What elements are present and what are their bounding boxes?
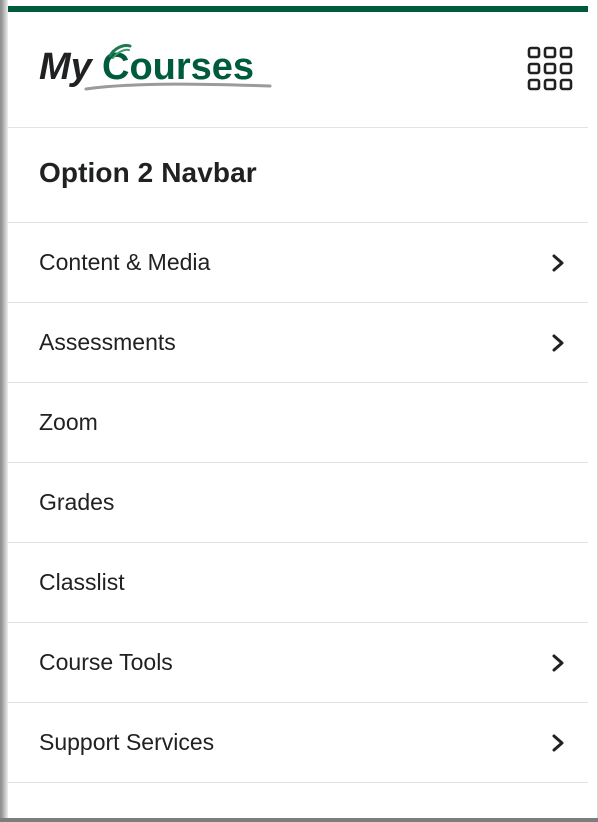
- navigation-panel: My Courses Option 2 Navbar Content & Med…: [8, 0, 598, 822]
- logo-graphic: My Courses: [39, 44, 272, 91]
- mycourses-logo[interactable]: My Courses: [38, 38, 278, 98]
- chevron-right-icon: [548, 333, 568, 353]
- nav-item-support-services[interactable]: Support Services: [8, 703, 588, 783]
- nav-item-course-tools[interactable]: Course Tools: [8, 623, 588, 703]
- nav-item-grades[interactable]: Grades: [8, 463, 588, 543]
- nav-item-classlist[interactable]: Classlist: [8, 543, 588, 623]
- chevron-right-icon: [548, 253, 568, 273]
- course-title: Option 2 Navbar: [39, 157, 257, 188]
- window-left-edge: [0, 0, 8, 822]
- logo-my-text: My: [39, 46, 94, 88]
- nav-item-content-media[interactable]: Content & Media: [8, 223, 588, 303]
- nav-item-label: Classlist: [39, 569, 125, 595]
- nav-item-assessments[interactable]: Assessments: [8, 303, 588, 383]
- panel-header: My Courses: [8, 12, 588, 128]
- waffle-grid-icon[interactable]: [526, 45, 574, 93]
- nav-item-label: Assessments: [39, 329, 176, 355]
- logo-courses-text: Courses: [102, 46, 254, 88]
- chevron-right-icon: [548, 653, 568, 673]
- window-bottom-edge: [0, 818, 598, 822]
- nav-item-label: Zoom: [39, 409, 98, 435]
- chevron-right-icon: [548, 733, 568, 753]
- nav-item-label: Support Services: [39, 729, 215, 755]
- nav-item-label: Content & Media: [39, 249, 211, 275]
- nav-item-zoom[interactable]: Zoom: [8, 383, 588, 463]
- course-title-row: Option 2 Navbar: [8, 128, 588, 223]
- nav-list: Content & Media Assessments Zoom Grades …: [8, 223, 588, 783]
- nav-item-label: Grades: [39, 489, 115, 515]
- nav-item-label: Course Tools: [39, 649, 173, 675]
